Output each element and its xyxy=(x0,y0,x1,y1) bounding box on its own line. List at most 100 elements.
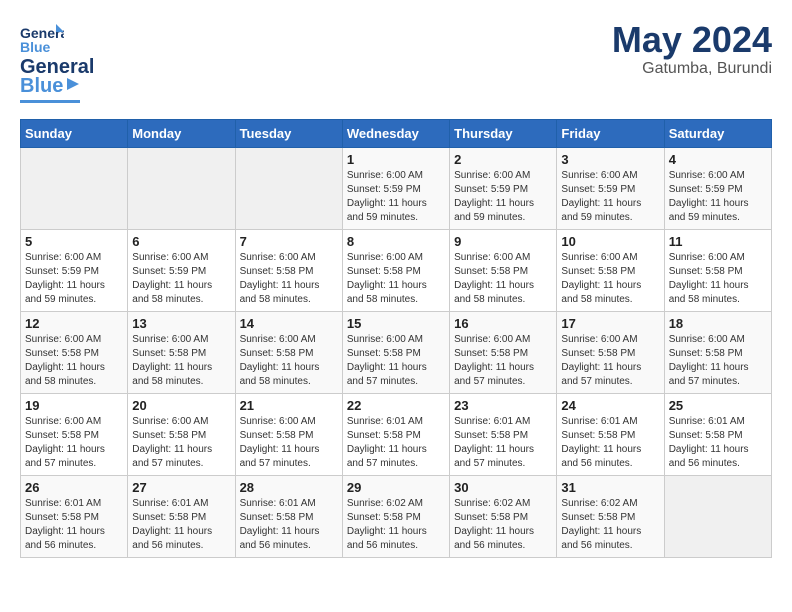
calendar-cell: 27 Sunrise: 6:01 AM Sunset: 5:58 PM Dayli… xyxy=(128,476,235,558)
calendar-cell: 22 Sunrise: 6:01 AM Sunset: 5:58 PM Dayli… xyxy=(342,394,449,476)
day-number: 16 xyxy=(454,316,552,331)
calendar-cell xyxy=(235,148,342,230)
day-info: Sunrise: 6:00 AM Sunset: 5:59 PM Dayligh… xyxy=(25,251,123,307)
day-of-week-header: Sunday xyxy=(21,120,128,148)
day-info: Sunrise: 6:00 AM Sunset: 5:58 PM Dayligh… xyxy=(25,415,123,471)
calendar-cell: 13 Sunrise: 6:00 AM Sunset: 5:58 PM Dayli… xyxy=(128,312,235,394)
day-number: 24 xyxy=(561,398,659,413)
calendar-cell: 5Sunrise: 6:00 AM Sunset: 5:59 PM Daylig… xyxy=(21,230,128,312)
day-number: 9 xyxy=(454,234,552,249)
calendar-week-row: 5Sunrise: 6:00 AM Sunset: 5:59 PM Daylig… xyxy=(21,230,772,312)
day-number: 3 xyxy=(561,152,659,167)
day-info: Sunrise: 6:01 AM Sunset: 5:58 PM Dayligh… xyxy=(347,415,445,471)
day-of-week-header: Thursday xyxy=(450,120,557,148)
calendar-cell: 25 Sunrise: 6:01 AM Sunset: 5:58 PM Dayli… xyxy=(664,394,771,476)
calendar-cell xyxy=(128,148,235,230)
day-info: Sunrise: 6:00 AM Sunset: 5:58 PM Dayligh… xyxy=(669,251,767,307)
svg-text:Blue: Blue xyxy=(20,39,51,55)
day-number: 1 xyxy=(347,152,445,167)
day-info: Sunrise: 6:01 AM Sunset: 5:58 PM Dayligh… xyxy=(454,415,552,471)
day-number: 27 xyxy=(132,480,230,495)
day-info: Sunrise: 6:01 AM Sunset: 5:58 PM Dayligh… xyxy=(25,497,123,553)
day-info: Sunrise: 6:00 AM Sunset: 5:58 PM Dayligh… xyxy=(240,333,338,389)
calendar-cell: 1 Sunrise: 6:00 AM Sunset: 5:59 PM Daylig… xyxy=(342,148,449,230)
title-block: May 2024 Gatumba, Burundi xyxy=(612,20,772,78)
calendar-cell: 29Sunrise: 6:02 AM Sunset: 5:58 PM Dayli… xyxy=(342,476,449,558)
calendar-cell: 20 Sunrise: 6:00 AM Sunset: 5:58 PM Dayli… xyxy=(128,394,235,476)
day-info: Sunrise: 6:00 AM Sunset: 5:58 PM Dayligh… xyxy=(240,415,338,471)
calendar-cell: 8 Sunrise: 6:00 AM Sunset: 5:58 PM Daylig… xyxy=(342,230,449,312)
day-of-week-header: Tuesday xyxy=(235,120,342,148)
calendar-cell: 12 Sunrise: 6:00 AM Sunset: 5:58 PM Dayli… xyxy=(21,312,128,394)
day-info: Sunrise: 6:00 AM Sunset: 5:58 PM Dayligh… xyxy=(240,251,338,307)
calendar-cell: 23 Sunrise: 6:01 AM Sunset: 5:58 PM Dayli… xyxy=(450,394,557,476)
day-info: Sunrise: 6:01 AM Sunset: 5:58 PM Dayligh… xyxy=(669,415,767,471)
day-number: 23 xyxy=(454,398,552,413)
calendar-cell xyxy=(21,148,128,230)
day-number: 12 xyxy=(25,316,123,331)
day-info: Sunrise: 6:01 AM Sunset: 5:58 PM Dayligh… xyxy=(132,497,230,553)
day-number: 8 xyxy=(347,234,445,249)
calendar-cell: 21 Sunrise: 6:00 AM Sunset: 5:58 PM Dayli… xyxy=(235,394,342,476)
day-number: 30 xyxy=(454,480,552,495)
day-number: 25 xyxy=(669,398,767,413)
calendar-cell: 16 Sunrise: 6:00 AM Sunset: 5:58 PM Dayli… xyxy=(450,312,557,394)
day-number: 13 xyxy=(132,316,230,331)
day-of-week-header: Saturday xyxy=(664,120,771,148)
day-number: 17 xyxy=(561,316,659,331)
day-info: Sunrise: 6:00 AM Sunset: 5:58 PM Dayligh… xyxy=(132,415,230,471)
day-info: Sunrise: 6:00 AM Sunset: 5:59 PM Dayligh… xyxy=(132,251,230,307)
calendar-cell: 4Sunrise: 6:00 AM Sunset: 5:59 PM Daylig… xyxy=(664,148,771,230)
calendar-cell: 31Sunrise: 6:02 AM Sunset: 5:58 PM Dayli… xyxy=(557,476,664,558)
logo: General Blue General Blue xyxy=(20,20,94,103)
calendar-week-row: 26 Sunrise: 6:01 AM Sunset: 5:58 PM Dayli… xyxy=(21,476,772,558)
calendar-header-row: SundayMondayTuesdayWednesdayThursdayFrid… xyxy=(21,120,772,148)
calendar-cell: 14 Sunrise: 6:00 AM Sunset: 5:58 PM Dayli… xyxy=(235,312,342,394)
day-number: 19 xyxy=(25,398,123,413)
calendar-cell: 15Sunrise: 6:00 AM Sunset: 5:58 PM Dayli… xyxy=(342,312,449,394)
day-info: Sunrise: 6:00 AM Sunset: 5:58 PM Dayligh… xyxy=(132,333,230,389)
day-number: 21 xyxy=(240,398,338,413)
day-info: Sunrise: 6:00 AM Sunset: 5:59 PM Dayligh… xyxy=(347,169,445,225)
day-number: 14 xyxy=(240,316,338,331)
calendar-cell: 30 Sunrise: 6:02 AM Sunset: 5:58 PM Dayli… xyxy=(450,476,557,558)
calendar-cell: 7 Sunrise: 6:00 AM Sunset: 5:58 PM Daylig… xyxy=(235,230,342,312)
day-number: 4 xyxy=(669,152,767,167)
day-number: 18 xyxy=(669,316,767,331)
calendar-week-row: 12 Sunrise: 6:00 AM Sunset: 5:58 PM Dayli… xyxy=(21,312,772,394)
day-info: Sunrise: 6:00 AM Sunset: 5:58 PM Dayligh… xyxy=(25,333,123,389)
day-number: 22 xyxy=(347,398,445,413)
logo-underline xyxy=(20,100,80,103)
calendar-cell: 6 Sunrise: 6:00 AM Sunset: 5:59 PM Daylig… xyxy=(128,230,235,312)
day-info: Sunrise: 6:02 AM Sunset: 5:58 PM Dayligh… xyxy=(454,497,552,553)
calendar-cell: 9Sunrise: 6:00 AM Sunset: 5:58 PM Daylig… xyxy=(450,230,557,312)
calendar-cell: 28 Sunrise: 6:01 AM Sunset: 5:58 PM Dayli… xyxy=(235,476,342,558)
day-of-week-header: Monday xyxy=(128,120,235,148)
day-info: Sunrise: 6:00 AM Sunset: 5:58 PM Dayligh… xyxy=(561,251,659,307)
calendar-table: SundayMondayTuesdayWednesdayThursdayFrid… xyxy=(20,119,772,558)
calendar-cell: 10 Sunrise: 6:00 AM Sunset: 5:58 PM Dayli… xyxy=(557,230,664,312)
day-info: Sunrise: 6:00 AM Sunset: 5:58 PM Dayligh… xyxy=(669,333,767,389)
day-info: Sunrise: 6:02 AM Sunset: 5:58 PM Dayligh… xyxy=(561,497,659,553)
calendar-cell: 26 Sunrise: 6:01 AM Sunset: 5:58 PM Dayli… xyxy=(21,476,128,558)
day-info: Sunrise: 6:01 AM Sunset: 5:58 PM Dayligh… xyxy=(240,497,338,553)
day-number: 7 xyxy=(240,234,338,249)
day-number: 10 xyxy=(561,234,659,249)
day-number: 26 xyxy=(25,480,123,495)
day-number: 20 xyxy=(132,398,230,413)
day-info: Sunrise: 6:01 AM Sunset: 5:58 PM Dayligh… xyxy=(561,415,659,471)
calendar-cell: 18 Sunrise: 6:00 AM Sunset: 5:58 PM Dayli… xyxy=(664,312,771,394)
day-info: Sunrise: 6:00 AM Sunset: 5:58 PM Dayligh… xyxy=(454,333,552,389)
day-of-week-header: Wednesday xyxy=(342,120,449,148)
day-of-week-header: Friday xyxy=(557,120,664,148)
page-header: General Blue General Blue May 2024 Gatum… xyxy=(20,20,772,103)
day-number: 6 xyxy=(132,234,230,249)
calendar-week-row: 1 Sunrise: 6:00 AM Sunset: 5:59 PM Daylig… xyxy=(21,148,772,230)
calendar-cell: 24 Sunrise: 6:01 AM Sunset: 5:58 PM Dayli… xyxy=(557,394,664,476)
day-number: 28 xyxy=(240,480,338,495)
day-info: Sunrise: 6:00 AM Sunset: 5:58 PM Dayligh… xyxy=(347,251,445,307)
calendar-week-row: 19 Sunrise: 6:00 AM Sunset: 5:58 PM Dayli… xyxy=(21,394,772,476)
location-subtitle: Gatumba, Burundi xyxy=(612,60,772,78)
day-number: 29 xyxy=(347,480,445,495)
calendar-cell: 17Sunrise: 6:00 AM Sunset: 5:58 PM Dayli… xyxy=(557,312,664,394)
